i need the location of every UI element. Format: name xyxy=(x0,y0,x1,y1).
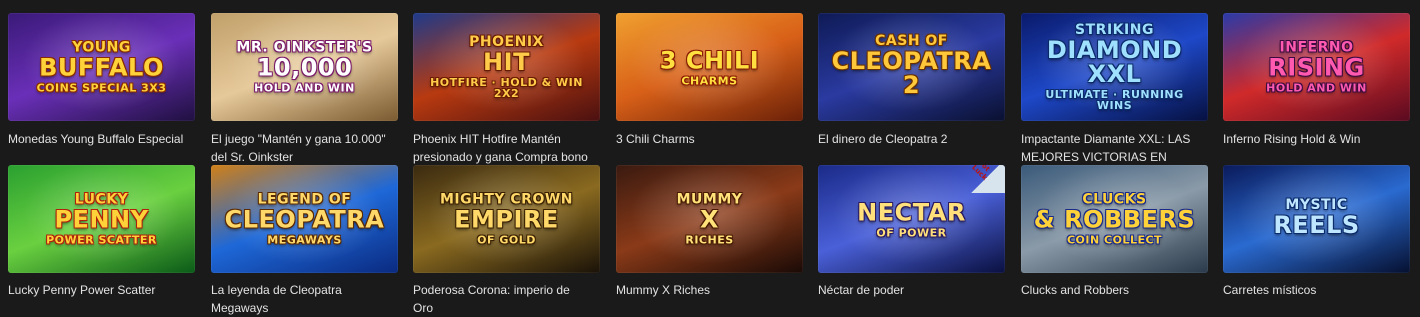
game-logo-line3: Megaways xyxy=(267,233,342,247)
game-logo-line2: Reels xyxy=(1273,211,1360,239)
game-logo-line3: Hotfire · Hold & Win 2x2 xyxy=(430,76,583,100)
game-logo: Mr. Oinkster's 10,000 Hold and Win xyxy=(217,41,392,94)
game-logo-line3: of Gold xyxy=(477,233,536,247)
game-tile[interactable]: Nectar of Power Hot Luck Néctar de poder xyxy=(818,165,1005,299)
hot-luck-badge-label: Hot Luck xyxy=(970,165,992,182)
game-thumbnail[interactable]: Lucky Penny Power Scatter xyxy=(8,165,195,273)
game-tile[interactable]: Young Buffalo Coins Special 3x3 Monedas You… xyxy=(8,13,195,148)
game-title[interactable]: La leyenda de Cleopatra Megaways xyxy=(211,281,391,317)
game-logo-line1: Lucky xyxy=(74,191,129,208)
game-thumbnail[interactable]: Nectar of Power Hot Luck xyxy=(818,165,1005,273)
game-title[interactable]: Mummy X Riches xyxy=(616,281,796,299)
game-thumbnail[interactable]: Mr. Oinkster's 10,000 Hold and Win xyxy=(211,13,398,121)
game-logo: Striking Diamond XXL Ultimate · Running Wi… xyxy=(1027,23,1202,111)
game-logo: Mighty Crown Empire of Gold xyxy=(419,193,594,246)
game-logo: Clucks & Robbers Coin Collect xyxy=(1027,193,1202,246)
game-logo-line2: Nectar xyxy=(857,198,966,227)
game-thumbnail[interactable]: Mighty Crown Empire of Gold xyxy=(413,165,600,273)
game-thumbnail[interactable]: Clucks & Robbers Coin Collect xyxy=(1021,165,1208,273)
game-logo-line1: Cash of xyxy=(875,33,948,49)
game-logo-line2: Cleopatra xyxy=(224,205,385,234)
game-logo-line2: 3 Chili xyxy=(659,46,760,75)
game-grid: Young Buffalo Coins Special 3x3 Monedas You… xyxy=(0,0,1420,315)
game-title[interactable]: Impactante Diamante XXL: LAS MEJORES VIC… xyxy=(1021,130,1201,166)
game-logo-line3: of Power xyxy=(876,226,947,240)
game-thumbnail[interactable]: Phoenix HIT Hotfire · Hold & Win 2x2 xyxy=(413,13,600,121)
game-thumbnail[interactable]: Mummy X Riches xyxy=(616,165,803,273)
game-logo: Nectar of Power xyxy=(824,200,999,239)
game-logo-line2: Penny xyxy=(54,205,149,234)
game-title[interactable]: Carretes místicos xyxy=(1223,281,1403,299)
game-tile[interactable]: Cash of Cleopatra 2 El dinero de Cleopatra… xyxy=(818,13,1005,148)
game-logo: Lucky Penny Power Scatter xyxy=(14,193,189,246)
game-logo-line2: Cleopatra 2 xyxy=(831,47,992,99)
game-logo-line3: Coin Collect xyxy=(1066,233,1163,247)
game-title[interactable]: 3 Chili Charms xyxy=(616,130,796,148)
game-logo-line3: Riches xyxy=(685,233,734,247)
game-thumbnail[interactable]: 3 Chili Charms xyxy=(616,13,803,121)
game-logo-line1: Mummy xyxy=(676,191,743,208)
game-logo-line1: Inferno xyxy=(1279,39,1354,56)
game-logo-line3: Power Scatter xyxy=(46,233,157,247)
game-logo-line3: Coins Special 3x3 xyxy=(36,81,167,95)
game-logo-line1: Young xyxy=(72,39,131,56)
game-logo-line2: Buffalo xyxy=(39,53,164,82)
game-logo-line1: Mystic xyxy=(1285,197,1348,213)
game-logo-line2: X xyxy=(699,205,719,234)
game-tile[interactable]: Phoenix HIT Hotfire · Hold & Win 2x2 Phoeni… xyxy=(413,13,600,166)
game-logo-line1: Mr. Oinkster's xyxy=(236,39,373,56)
game-title[interactable]: Inferno Rising Hold & Win xyxy=(1223,130,1403,148)
game-tile[interactable]: Mr. Oinkster's 10,000 Hold and Win El juego… xyxy=(211,13,398,166)
game-tile[interactable]: Lucky Penny Power Scatter Lucky Penny Power… xyxy=(8,165,195,299)
game-logo: Mummy X Riches xyxy=(622,193,797,246)
game-thumbnail[interactable]: Mystic Reels xyxy=(1223,165,1410,273)
game-logo-line1: Mighty Crown xyxy=(439,191,574,208)
game-logo-line3: Hold and Win xyxy=(1266,81,1367,95)
game-tile[interactable]: Inferno Rising Hold and Win Inferno Rising … xyxy=(1223,13,1410,148)
game-logo: Young Buffalo Coins Special 3x3 xyxy=(14,41,189,94)
game-logo-line3: Charms xyxy=(681,74,738,88)
game-logo-line1: Phoenix xyxy=(469,34,544,50)
game-thumbnail[interactable]: Legend of Cleopatra Megaways xyxy=(211,165,398,273)
game-thumbnail[interactable]: Inferno Rising Hold and Win xyxy=(1223,13,1410,121)
game-logo-line2: Diamond XXL xyxy=(1046,36,1183,88)
game-tile[interactable]: Legend of Cleopatra Megaways La leyenda de … xyxy=(211,165,398,317)
game-title[interactable]: El juego "Mantén y gana 10.000" del Sr. … xyxy=(211,130,391,166)
game-thumbnail[interactable]: Young Buffalo Coins Special 3x3 xyxy=(8,13,195,121)
game-logo: Phoenix HIT Hotfire · Hold & Win 2x2 xyxy=(419,35,594,99)
game-title[interactable]: Néctar de poder xyxy=(818,281,998,299)
game-tile[interactable]: Mystic Reels Carretes místicos xyxy=(1223,165,1410,299)
game-tile[interactable]: Mummy X Riches Mummy X Riches xyxy=(616,165,803,299)
game-logo-line3: Hold and Win xyxy=(254,81,355,95)
game-logo-line1: Striking xyxy=(1075,22,1154,38)
game-logo: 3 Chili Charms xyxy=(622,48,797,87)
game-logo-line2: HIT xyxy=(483,48,530,76)
game-logo: Mystic Reels xyxy=(1229,198,1404,240)
game-tile[interactable]: Clucks & Robbers Coin Collect Clucks and Ro… xyxy=(1021,165,1208,299)
game-logo-line3: Ultimate · Running Wins xyxy=(1045,88,1184,112)
game-logo: Inferno Rising Hold and Win xyxy=(1229,41,1404,94)
game-title[interactable]: Monedas Young Buffalo Especial xyxy=(8,130,188,148)
game-title[interactable]: Poderosa Corona: imperio de Oro xyxy=(413,281,593,317)
game-title[interactable]: El dinero de Cleopatra 2 xyxy=(818,130,998,148)
game-logo-line2: Rising xyxy=(1268,53,1365,82)
game-logo-line2: & Robbers xyxy=(1033,205,1196,234)
game-thumbnail[interactable]: Cash of Cleopatra 2 xyxy=(818,13,1005,121)
game-logo-line2: 10,000 xyxy=(256,53,353,82)
game-tile[interactable]: 3 Chili Charms 3 Chili Charms xyxy=(616,13,803,148)
game-title[interactable]: Phoenix HIT Hotfire Mantén presionado y … xyxy=(413,130,593,166)
game-logo-line1: Legend of xyxy=(257,191,352,208)
game-thumbnail[interactable]: Striking Diamond XXL Ultimate · Running Wi… xyxy=(1021,13,1208,121)
game-title[interactable]: Clucks and Robbers xyxy=(1021,281,1201,299)
game-tile[interactable]: Mighty Crown Empire of Gold Poderosa Corona… xyxy=(413,165,600,317)
hot-luck-badge: Hot Luck xyxy=(970,165,1005,193)
game-logo: Cash of Cleopatra 2 xyxy=(824,34,999,100)
game-title[interactable]: Lucky Penny Power Scatter xyxy=(8,281,188,299)
game-logo-line2: Empire xyxy=(454,205,559,234)
game-tile[interactable]: Striking Diamond XXL Ultimate · Running Wi… xyxy=(1021,13,1208,166)
game-logo: Legend of Cleopatra Megaways xyxy=(217,193,392,246)
game-logo-line1: Clucks xyxy=(1082,191,1147,208)
